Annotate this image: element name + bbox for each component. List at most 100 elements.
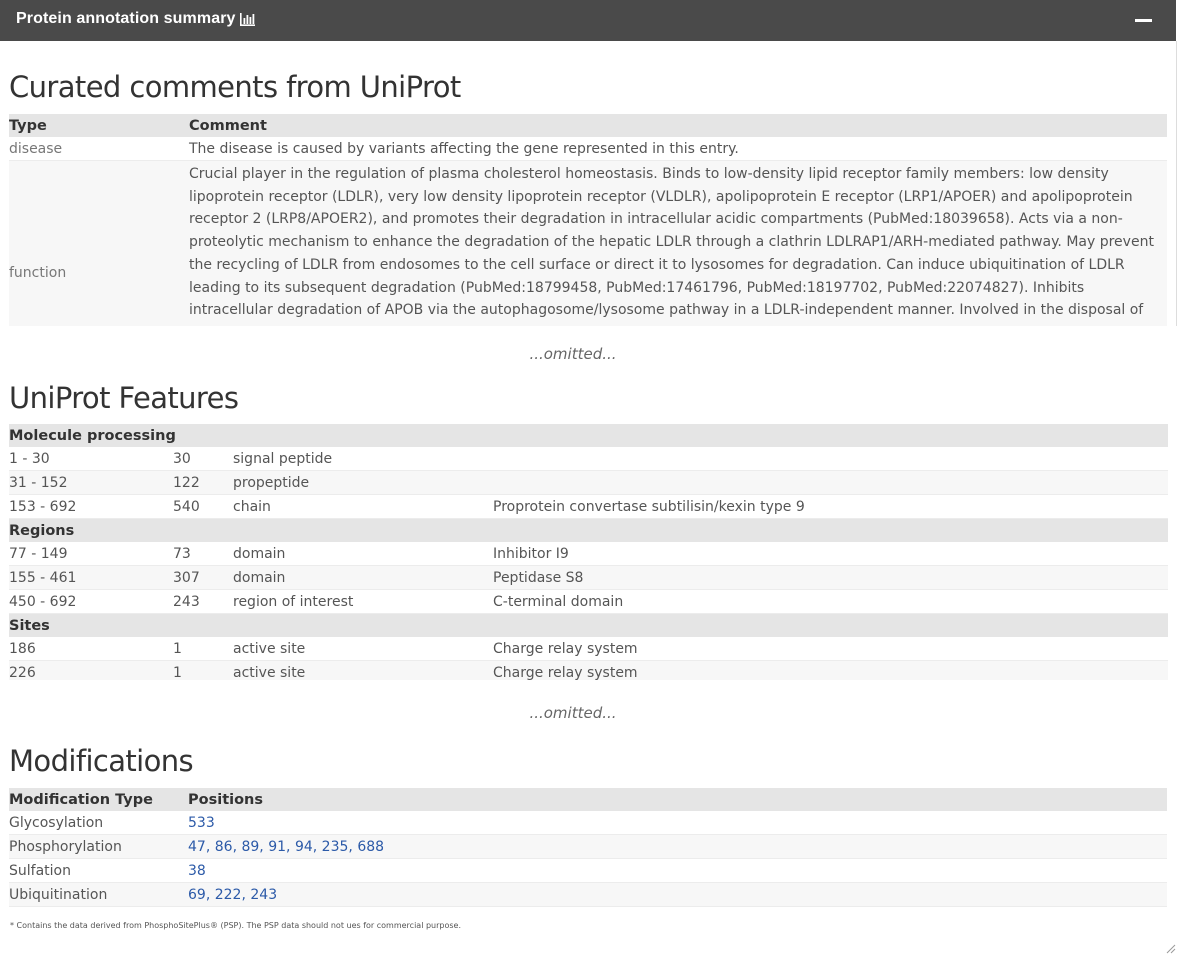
position-link[interactable]: 222 [215,887,242,903]
panel-header: Protein annotation summary [0,0,1176,41]
feature-type: signal peptide [233,447,493,471]
feature-length: 540 [173,494,233,519]
features-scroll[interactable]: Molecule processing 1 - 30 30 signal pep… [9,424,1168,680]
modification-positions: 47, 86, 89, 91, 94, 235, 688 [188,834,1167,859]
position-separator: , [205,886,215,903]
position-link[interactable]: 94 [295,839,313,855]
table-row: Phosphorylation 47, 86, 89, 91, 94, 235,… [9,834,1167,859]
feature-group-header: Molecule processing [9,424,1168,447]
table-row: function Crucial player in the regulatio… [9,160,1167,326]
position-link[interactable]: 688 [357,839,384,855]
features-table: Molecule processing 1 - 30 30 signal pep… [9,424,1168,680]
position-link[interactable]: 235 [322,839,349,855]
position-link[interactable]: 47 [188,839,206,855]
table-row: 1 - 30 30 signal peptide [9,447,1168,471]
feature-desc: C-terminal domain [493,589,1168,614]
modification-positions: 38 [188,858,1167,883]
panel-border [1176,41,1177,326]
table-header-row: Modification Type Positions [9,788,1167,811]
feature-length: 243 [173,589,233,614]
feature-range: 226 [9,660,173,680]
feature-type: active site [233,660,493,680]
feature-length: 122 [173,470,233,495]
table-row: disease The disease is caused by variant… [9,137,1167,161]
curated-comments-title: Curated comments from UniProt [9,70,461,104]
table-row: Sulfation 38 [9,858,1167,883]
feature-desc: Inhibitor I9 [493,542,1168,566]
feature-desc: Proprotein convertase subtilisin/kexin t… [493,494,1168,519]
table-row: 77 - 149 73 domain Inhibitor I9 [9,542,1168,566]
feature-desc: Charge relay system [493,637,1168,661]
feature-desc [493,447,1168,471]
position-link[interactable]: 533 [188,815,215,831]
omitted-note: ...omitted... [529,345,617,363]
feature-length: 1 [173,660,233,680]
feature-range: 1 - 30 [9,447,173,471]
table-row: 226 1 active site Charge relay system [9,660,1168,680]
table-row: Glycosylation 533 [9,811,1167,835]
feature-type: domain [233,565,493,590]
comment-text: Crucial player in the regulation of plas… [189,160,1167,326]
modification-positions: 533 [188,811,1167,835]
collapse-panel-button[interactable] [1128,6,1160,34]
feature-type: domain [233,542,493,566]
modification-type: Sulfation [9,858,188,883]
position-link[interactable]: 38 [188,863,206,879]
table-row: 155 - 461 307 domain Peptidase S8 [9,565,1168,590]
position-separator: , [312,838,322,855]
feature-desc: Charge relay system [493,660,1168,680]
feature-length: 307 [173,565,233,590]
modifications-title: Modifications [9,744,194,778]
position-separator: , [205,838,215,855]
column-header-type: Type [9,117,47,134]
modifications-table: Modification Type Positions Glycosylatio… [9,788,1167,907]
comment-type[interactable]: disease [9,137,189,161]
feature-range: 77 - 149 [9,542,173,566]
bar-chart-icon [240,13,255,26]
feature-group-header: Regions [9,518,1168,542]
footnote: * Contains the data derived from Phospho… [10,921,461,930]
feature-type: chain [233,494,493,519]
modification-type: Ubiquitination [9,882,188,907]
omitted-note: ...omitted... [529,704,617,722]
panel-title: Protein annotation summary [16,10,236,27]
position-separator: , [259,838,269,855]
curated-comments-table: Type Comment disease The disease is caus… [9,114,1167,326]
curated-comments-scroll[interactable]: Type Comment disease The disease is caus… [9,114,1167,326]
modification-type: Phosphorylation [9,834,188,859]
column-header-comment: Comment [189,117,267,134]
feature-length: 1 [173,637,233,661]
table-row: 31 - 152 122 propeptide [9,470,1168,495]
feature-length: 73 [173,542,233,566]
resize-handle-icon[interactable] [1164,942,1176,954]
feature-range: 450 - 692 [9,589,173,614]
position-separator: , [348,838,358,855]
comment-text: The disease is caused by variants affect… [189,137,1167,161]
feature-range: 155 - 461 [9,565,173,590]
position-link[interactable]: 89 [241,839,259,855]
uniprot-features-title: UniProt Features [9,381,239,415]
position-link[interactable]: 243 [250,887,277,903]
column-header-modification-type: Modification Type [9,791,153,808]
comment-type[interactable]: function [9,160,189,326]
position-link[interactable]: 86 [215,839,233,855]
position-link[interactable]: 91 [268,839,286,855]
column-header-positions: Positions [188,791,264,808]
feature-group-header: Sites [9,613,1168,637]
feature-range: 153 - 692 [9,494,173,519]
position-separator: , [286,838,295,855]
position-link[interactable]: 69 [188,887,206,903]
feature-type: active site [233,637,493,661]
table-row: 186 1 active site Charge relay system [9,637,1168,661]
feature-desc [493,470,1168,495]
feature-range: 186 [9,637,173,661]
feature-range: 31 - 152 [9,470,173,495]
table-row: 153 - 692 540 chain Proprotein convertas… [9,494,1168,519]
modification-type: Glycosylation [9,811,188,835]
modification-positions: 69, 222, 243 [188,882,1167,907]
table-header-row: Type Comment [9,114,1167,137]
table-row: Ubiquitination 69, 222, 243 [9,882,1167,907]
feature-type: region of interest [233,589,493,614]
feature-desc: Peptidase S8 [493,565,1168,590]
table-row: 450 - 692 243 region of interest C-termi… [9,589,1168,614]
